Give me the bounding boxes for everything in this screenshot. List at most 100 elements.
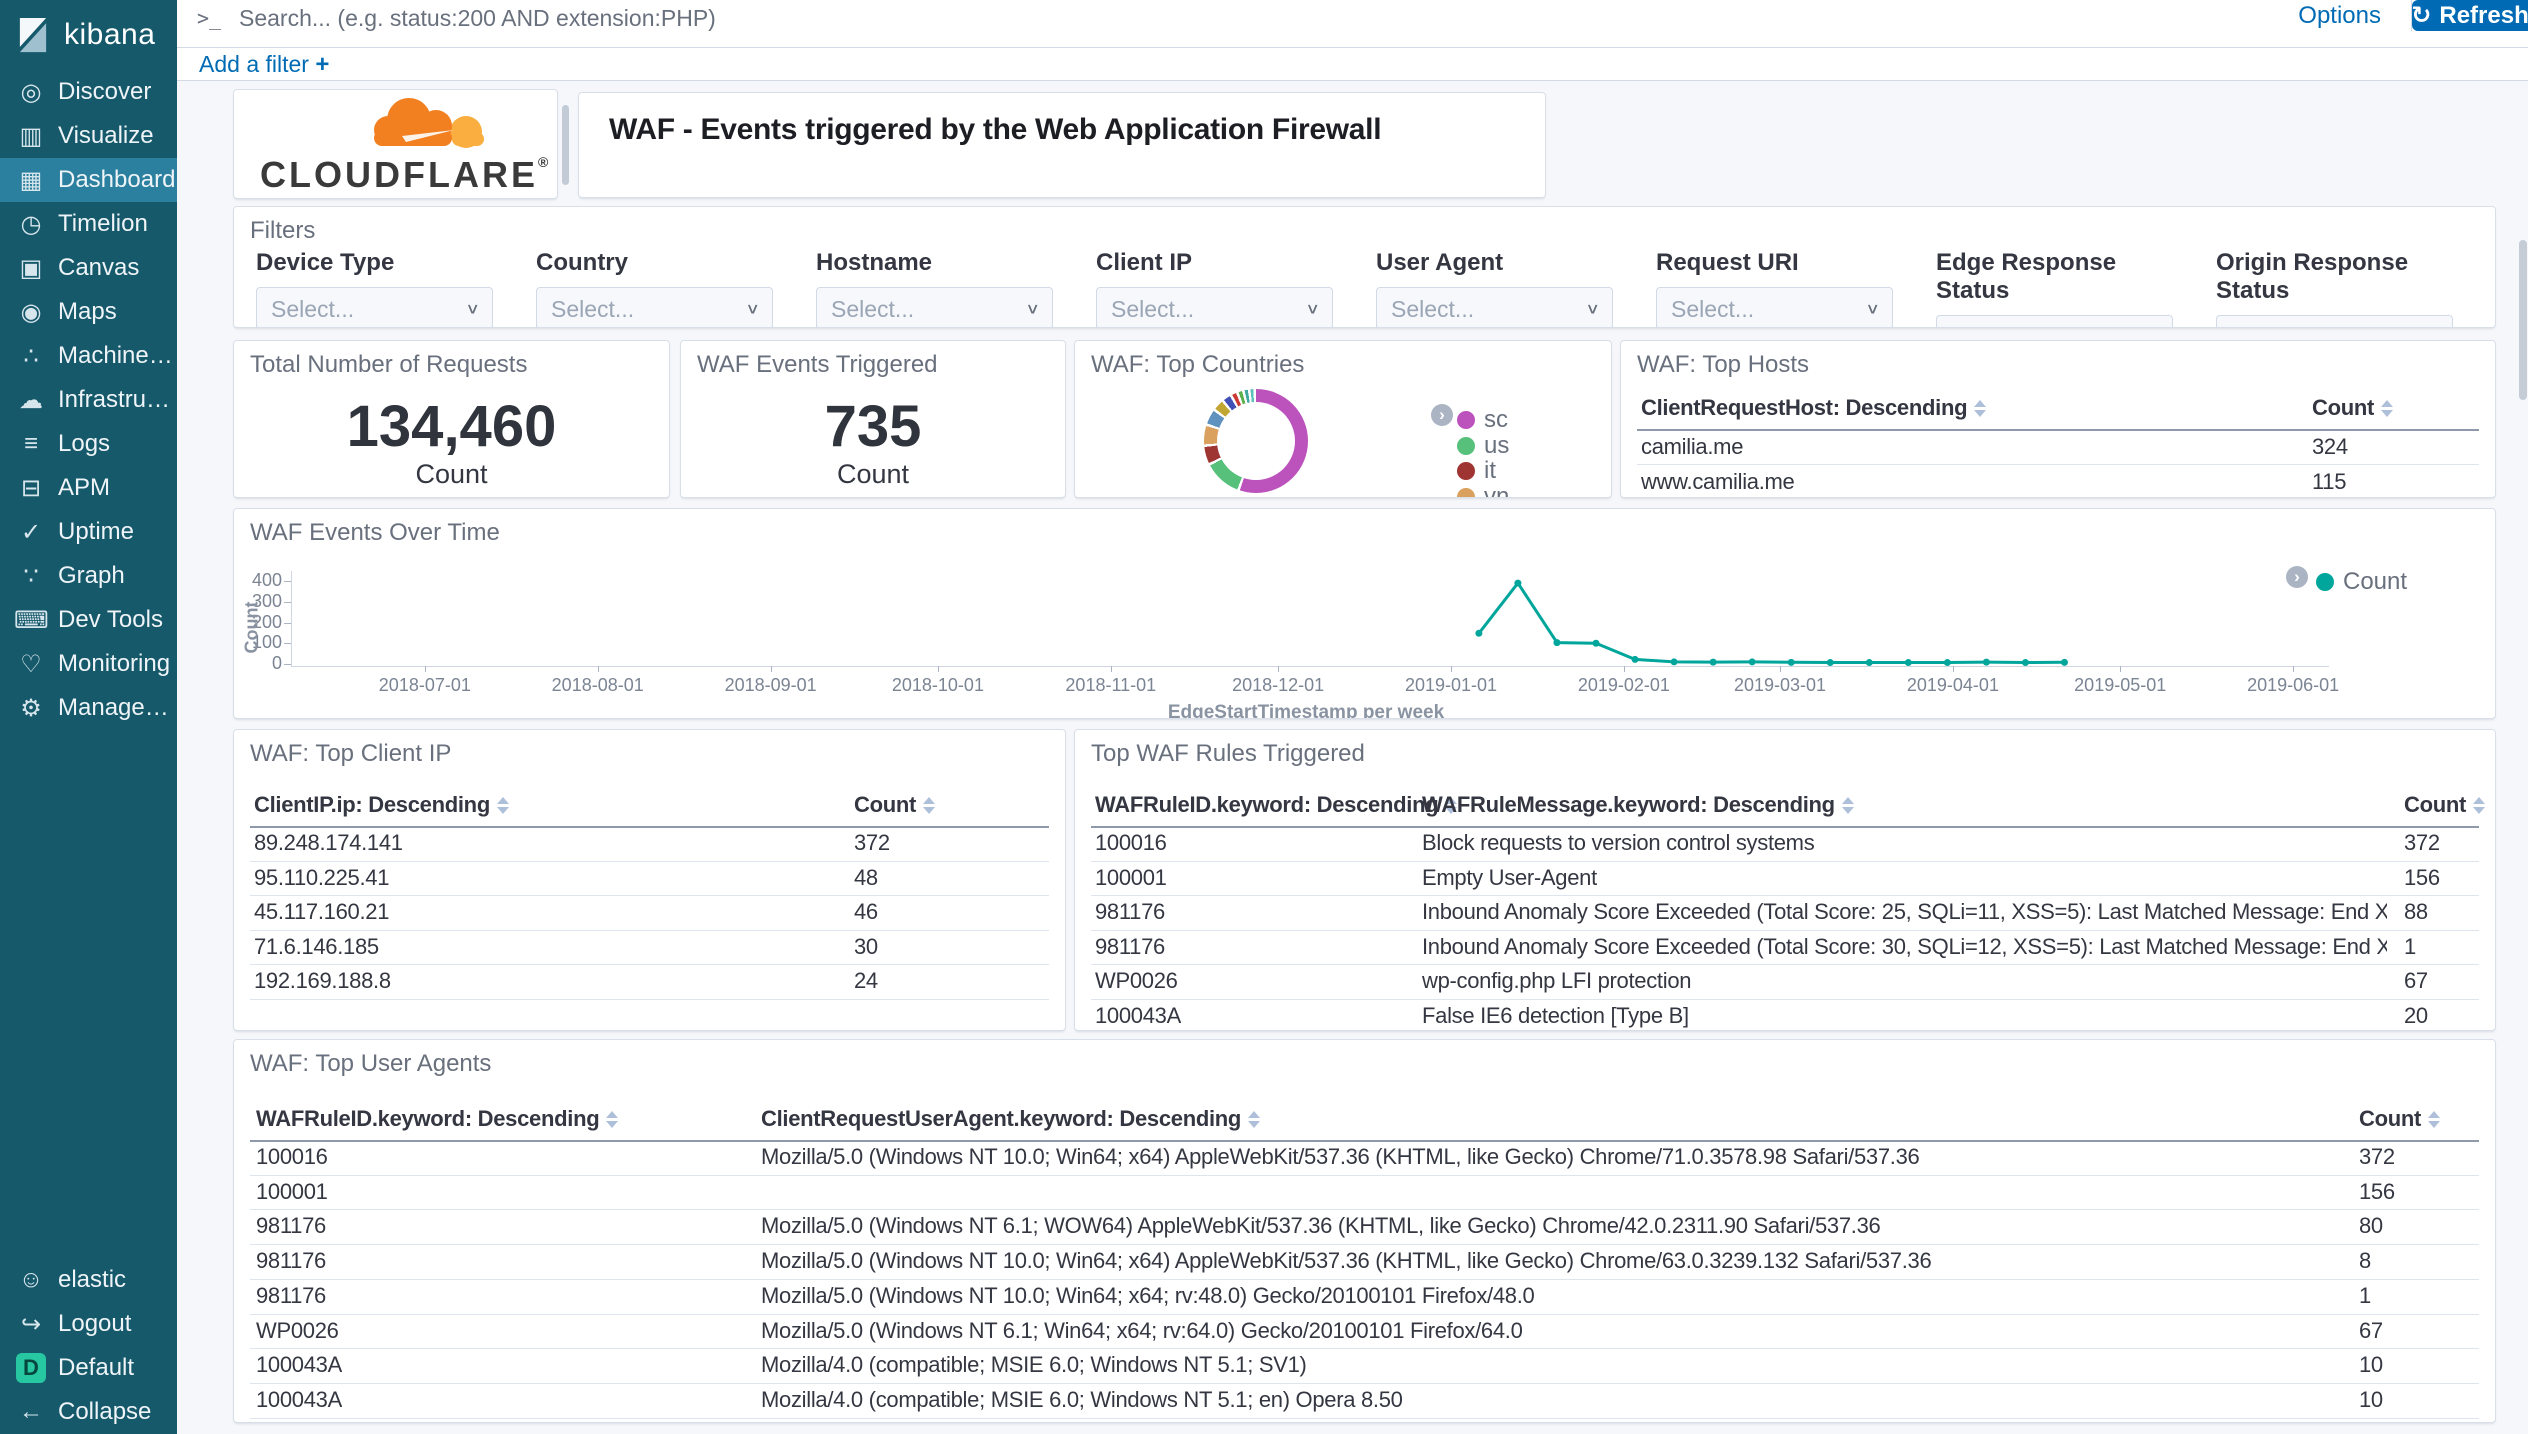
dashboard-icon: ▦: [14, 166, 48, 195]
panel-top-client-ip: WAF: Top Client IP ClientIP.ip: Descendi…: [233, 729, 1066, 1031]
column-header-count[interactable]: Count: [2404, 792, 2485, 818]
table-cell: Block requests to version control system…: [1422, 826, 1814, 861]
sidebar-item-graph[interactable]: ∵Graph: [0, 554, 177, 598]
filter-select-device-type[interactable]: Select...∨: [256, 287, 493, 328]
sidebar-item-canvas[interactable]: ▣Canvas: [0, 246, 177, 290]
table-cell: 24: [854, 964, 878, 999]
add-filter-button[interactable]: Add a filter +: [199, 51, 329, 79]
options-button[interactable]: Options: [2268, 0, 2411, 31]
data-point[interactable]: [1514, 580, 1521, 587]
table-cell: 100043A: [256, 1383, 342, 1418]
data-point[interactable]: [1475, 630, 1482, 637]
sidebar-item-uptime[interactable]: ✓Uptime: [0, 510, 177, 554]
legend-item-count[interactable]: Count: [2316, 568, 2407, 596]
data-point[interactable]: [2061, 659, 2068, 666]
sidebar-item-logs[interactable]: ≡Logs: [0, 422, 177, 466]
table-cell: 45.117.160.21: [254, 895, 389, 930]
query-prompt-icon: >_: [197, 6, 221, 30]
filter-edge-response-status: Edge Response StatusSelect...∨: [1936, 249, 2196, 328]
sidebar-item-label: Management: [58, 694, 176, 722]
sidebar-item-monitoring[interactable]: ♡Monitoring: [0, 642, 177, 686]
panel-resize-handle[interactable]: [562, 105, 569, 185]
column-header-clientrequestuseragent-keyword-descending[interactable]: ClientRequestUserAgent.keyword: Descendi…: [761, 1106, 1260, 1132]
filter-select-request-uri[interactable]: Select...∨: [1656, 287, 1893, 328]
sort-icon[interactable]: [497, 797, 509, 814]
data-point[interactable]: [1905, 659, 1912, 666]
table-cell: 20: [2404, 999, 2428, 1032]
sidebar-item-timelion[interactable]: ◷Timelion: [0, 202, 177, 246]
legend-item-vn[interactable]: vn: [1457, 483, 1509, 499]
filter-select-user-agent[interactable]: Select...∨: [1376, 287, 1613, 328]
data-point[interactable]: [1788, 659, 1795, 666]
page-scrollbar[interactable]: [2519, 240, 2527, 400]
row-divider: [1091, 999, 2479, 1000]
table-cell: 8: [2359, 1244, 2371, 1279]
data-point[interactable]: [1553, 639, 1560, 646]
sidebar-item-maps[interactable]: ◉Maps: [0, 290, 177, 334]
sort-icon[interactable]: [1842, 797, 1854, 814]
kibana-home-link[interactable]: kibana: [0, 0, 177, 70]
legend-item-sc[interactable]: sc: [1457, 406, 1508, 434]
data-point[interactable]: [1710, 659, 1717, 666]
sort-icon[interactable]: [1974, 400, 1986, 417]
filter-select-edge-response-status[interactable]: Select...∨: [1936, 315, 2173, 328]
data-point[interactable]: [1983, 659, 1990, 666]
data-point[interactable]: [1827, 659, 1834, 666]
filter-select-client-ip[interactable]: Select...∨: [1096, 287, 1333, 328]
chevron-down-icon: ∨: [2425, 327, 2440, 328]
sidebar-item-dashboard[interactable]: ▦Dashboard: [0, 158, 177, 202]
data-point[interactable]: [1749, 658, 1756, 665]
table-cell: 48: [854, 861, 878, 896]
column-header-clientip-ip-descending[interactable]: ClientIP.ip: Descending: [254, 792, 509, 818]
sidebar-item-apm[interactable]: ⊟APM: [0, 466, 177, 510]
column-header-count[interactable]: Count: [2312, 395, 2393, 421]
legend-item-us[interactable]: us: [1457, 432, 1509, 460]
legend-item-it[interactable]: it: [1457, 457, 1496, 485]
sidebar-item-logout[interactable]: ↪Logout: [0, 1302, 177, 1346]
data-point[interactable]: [1593, 640, 1600, 647]
filter-select-country[interactable]: Select...∨: [536, 287, 773, 328]
column-header-wafruleid-keyword-descending[interactable]: WAFRuleID.keyword: Descending: [256, 1106, 618, 1132]
column-header-count[interactable]: Count: [2359, 1106, 2440, 1132]
sort-icon[interactable]: [2381, 400, 2393, 417]
panel-title: WAF Events Triggered: [697, 351, 938, 379]
sidebar-item-discover[interactable]: ◎Discover: [0, 70, 177, 114]
data-point[interactable]: [1866, 659, 1873, 666]
sort-icon[interactable]: [2473, 797, 2485, 814]
sort-icon[interactable]: [1248, 1111, 1260, 1128]
table-cell: 100016: [1095, 826, 1167, 861]
filter-select-hostname[interactable]: Select...∨: [816, 287, 1053, 328]
sidebar-item-management[interactable]: ⚙Management: [0, 686, 177, 730]
column-header-wafrulemessage-keyword-descending[interactable]: WAFRuleMessage.keyword: Descending: [1422, 792, 1854, 818]
cloudflare-wordmark: CLOUDFLARE®: [260, 154, 551, 196]
legend-expand-icon[interactable]: ›: [2286, 566, 2308, 588]
sidebar-item-machine-le[interactable]: ∴Machine Le...: [0, 334, 177, 378]
search-input[interactable]: [237, 2, 1737, 34]
column-header-wafruleid-keyword-descending[interactable]: WAFRuleID.keyword: Descending: [1095, 792, 1457, 818]
data-point[interactable]: [1671, 658, 1678, 665]
filter-select-origin-response-status[interactable]: Select...∨: [2216, 315, 2453, 328]
table-cell: 981176: [256, 1209, 326, 1244]
sort-icon[interactable]: [923, 797, 935, 814]
sidebar-item-dev-tools[interactable]: ⌨Dev Tools: [0, 598, 177, 642]
data-point[interactable]: [1944, 659, 1951, 666]
refresh-label: Refresh: [2439, 2, 2528, 30]
column-header-clientrequesthost-descending[interactable]: ClientRequestHost: Descending: [1641, 395, 1986, 421]
table-cell: 981176: [256, 1244, 326, 1279]
column-header-count[interactable]: Count: [854, 792, 935, 818]
sidebar-item-visualize[interactable]: ▥Visualize: [0, 114, 177, 158]
legend-expand-icon[interactable]: ›: [1431, 404, 1453, 426]
sidebar-item-elastic[interactable]: ☺elastic: [0, 1258, 177, 1302]
data-point[interactable]: [1632, 656, 1639, 663]
data-point[interactable]: [2022, 659, 2029, 666]
panel-top-waf-rules: Top WAF Rules Triggered WAFRuleID.keywor…: [1074, 729, 2496, 1031]
panel-top-countries: WAF: Top Countries › scusitvn: [1074, 340, 1612, 498]
sort-icon[interactable]: [606, 1111, 618, 1128]
sidebar-item-default[interactable]: DDefault: [0, 1346, 177, 1390]
panel-title: Total Number of Requests: [250, 351, 527, 379]
refresh-button[interactable]: ↻ Refresh: [2412, 0, 2528, 31]
sort-icon[interactable]: [2428, 1111, 2440, 1128]
sidebar-item-collapse[interactable]: ←Collapse: [0, 1390, 177, 1434]
sidebar-nav: ◎Discover▥Visualize▦Dashboard◷Timelion▣C…: [0, 70, 177, 730]
sidebar-item-infrastructure[interactable]: ☁Infrastructure: [0, 378, 177, 422]
